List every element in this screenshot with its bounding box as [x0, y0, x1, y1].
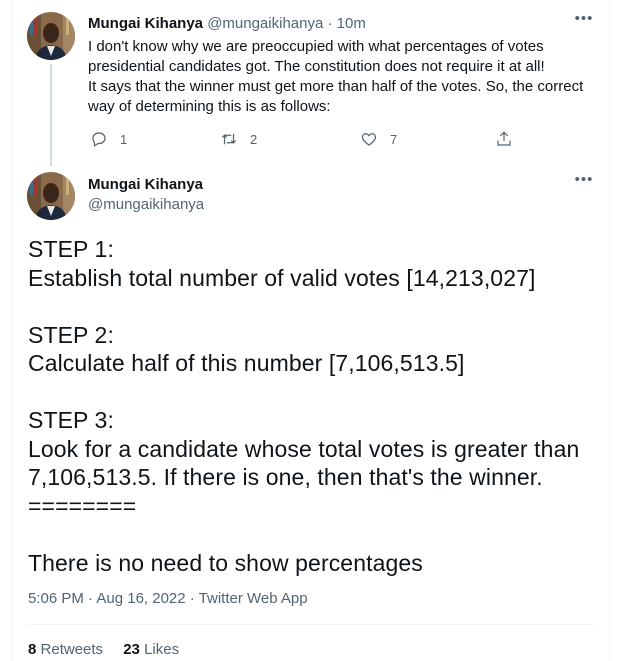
reply-count: 1: [120, 131, 128, 147]
author-name[interactable]: Mungai Kihanya: [88, 176, 203, 194]
author-handle[interactable]: @mungaikihanya: [207, 15, 323, 32]
separator-dot: ·: [327, 15, 333, 32]
like-count: 7: [390, 131, 398, 147]
tweet-text-line: 7,106,513.5. If there is one, then that'…: [28, 464, 543, 490]
author-handle[interactable]: @mungaikihanya: [88, 196, 204, 214]
author-name[interactable]: Mungai Kihanya: [88, 15, 203, 32]
reply-icon: [92, 132, 106, 147]
share-button[interactable]: [495, 128, 513, 150]
main-tweet-text: STEP 1: Establish total number of valid …: [28, 235, 603, 577]
tweet-text-line: Establish total number of valid votes [1…: [28, 264, 536, 291]
like-icon: [361, 133, 377, 146]
tweet-source-link[interactable]: Twitter Web App: [199, 590, 308, 607]
thread-connector-line: [50, 64, 52, 166]
like-button[interactable]: 7: [360, 128, 397, 150]
author-avatar[interactable]: [27, 172, 75, 220]
likes-stat[interactable]: 23 Likes: [123, 641, 179, 658]
tweet-timestamp-row: 5:06 PM · Aug 16, 2022 · Twitter Web App: [28, 589, 308, 609]
tweet-text-line: ========: [28, 492, 137, 519]
tweet-text-line: [28, 378, 603, 407]
tweet-text-line: presidential candidates got. The constit…: [88, 58, 545, 75]
more-icon[interactable]: •••: [573, 11, 595, 30]
tweet-text-line: STEP 3:: [28, 407, 114, 433]
reply-tweet-header: Mungai Kihanya @mungaikihanya · 10m: [88, 15, 366, 33]
tweet-text-line: [28, 520, 603, 549]
tweet-text-line: way of determining this is as follows:: [88, 98, 331, 115]
tweet-text-line: STEP 1:: [28, 236, 114, 262]
tweet-text-line: STEP 2:: [28, 321, 114, 348]
retweets-stat[interactable]: 8 Retweets: [28, 641, 103, 658]
tweet-text-line: Look for a candidate whose total votes i…: [28, 435, 580, 462]
divider: [28, 624, 595, 625]
retweets-count: 8: [28, 641, 37, 658]
retweet-button[interactable]: 2: [220, 128, 257, 150]
tweet-text-line: There is no need to show percentages: [28, 549, 423, 576]
author-avatar[interactable]: [27, 12, 75, 60]
share-icon: [497, 131, 511, 146]
retweet-icon: [221, 133, 237, 145]
reply-tweet-text: I don't know why we are preoccupied with…: [88, 37, 598, 117]
engagement-stats: 8 Retweets 23 Likes: [28, 640, 195, 660]
likes-count: 23: [123, 641, 140, 658]
tweet-text-line: [28, 292, 603, 321]
more-icon[interactable]: •••: [573, 172, 595, 191]
retweet-count: 2: [250, 131, 258, 147]
tweet-text-line: I don't know why we are preoccupied with…: [88, 38, 544, 55]
tweet-time[interactable]: 10m: [337, 15, 366, 32]
reply-button[interactable]: 1: [90, 128, 127, 150]
tweet-actions: 1 2 7: [88, 128, 528, 150]
tweet-timestamp[interactable]: 5:06 PM · Aug 16, 2022 ·: [28, 590, 199, 607]
likes-label: Likes: [144, 641, 180, 658]
retweets-label: Retweets: [40, 641, 104, 658]
tweet-text-line: It says that the winner must get more th…: [88, 78, 584, 95]
tweet-text-line: Calculate half of this number [7,106,513…: [28, 350, 465, 376]
